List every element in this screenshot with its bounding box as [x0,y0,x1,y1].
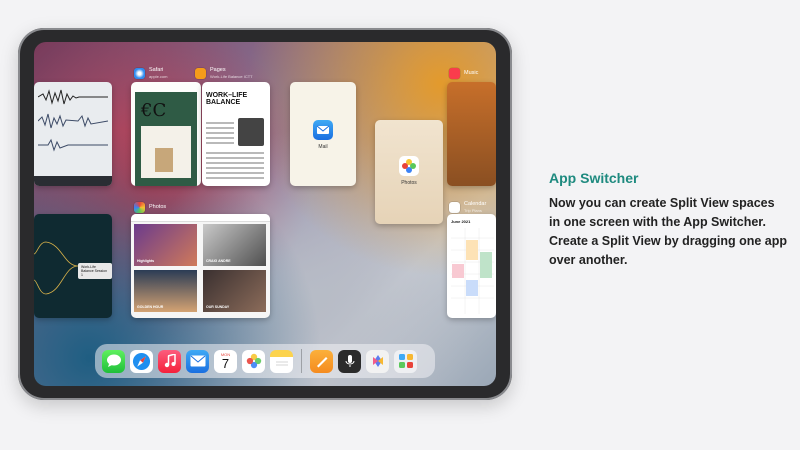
music-app-name: Music [464,69,479,76]
music-icon [449,68,460,79]
mail-icon[interactable] [186,349,209,373]
photos-label: Photos [401,180,417,186]
feature-title: App Switcher [549,170,639,186]
safari-hero-image: €C [135,92,197,186]
pages-icon [195,68,206,79]
calendar-month-label: June 2021 [451,219,471,224]
audio-transport-bar [34,176,112,186]
photos-icon[interactable] [242,349,265,373]
safari-app-card[interactable]: €C [131,82,201,186]
waveform-graphic [38,113,108,129]
calendar-icon[interactable]: MON 7 [214,349,237,373]
photos-header: Photos [134,202,166,213]
pages-document-title: WORK–LIFE BALANCE [206,92,248,107]
calendar-app-name: Calendar [464,201,487,208]
safari-logo-glyph: €C [141,100,167,121]
photo-thumbnail: Highlights [134,224,197,266]
shortcuts-icon[interactable] [366,349,389,373]
mail-icon [313,120,333,140]
photos-library-card[interactable]: Highlights CRAIG ANDRE GOLDEN HOUR OUR S… [131,214,270,318]
mail-label: Mail [318,144,328,150]
music-app-card[interactable] [447,82,496,186]
photos-icon [399,156,419,176]
pages-app-card[interactable]: WORK–LIFE BALANCE [202,82,270,186]
mail-app-card[interactable]: Mail [290,82,356,186]
mindmap-node: Work-Life Balance Session 1 [78,263,112,279]
app-library-icon[interactable] [394,349,417,373]
notes-icon[interactable] [270,349,293,373]
voice-memos-icon[interactable] [338,349,361,373]
audio-app-card[interactable] [34,82,112,186]
photo-caption: CRAIG ANDRE [206,259,231,263]
dock: MON 7 [95,344,435,378]
photo-caption: OUR SUNDAY [206,305,230,309]
pages-subtitle: Work-Life Balance ICTT [210,73,253,79]
safari-subtitle: apple.com [149,73,168,79]
photos-icon [134,202,145,213]
safari-icon[interactable] [130,349,153,373]
photo-caption: GOLDEN HOUR [137,305,164,309]
music-icon[interactable] [158,349,181,373]
messages-icon[interactable] [102,349,125,373]
photo-caption: Highlights [137,259,155,263]
calendar-icon [449,202,460,213]
calendar-header: Calendar Trip Plans [449,202,486,213]
safari-app-name: Safari [149,67,164,74]
app-switcher-screen: Safari apple.com Pages Work-Life Balance… [34,42,496,386]
pages-header: Pages Work-Life Balance ICTT [195,68,253,79]
safari-header: Safari apple.com [134,68,167,79]
photo-thumbnail: CRAIG ANDRE [203,224,266,266]
pages-photo [238,118,264,146]
photo-thumbnail: GOLDEN HOUR [134,270,197,312]
calendar-app-card[interactable]: June 2021 [447,214,496,318]
photos-app-card-dragging[interactable]: Photos [375,120,443,224]
mindmap-app-card[interactable]: Work-Life Balance Session 1 [34,214,112,318]
waveform-graphic [38,89,108,105]
music-header: Music [449,68,478,79]
dock-separator [301,349,302,373]
calendar-subtitle: Trip Plans [464,207,482,213]
calendar-day-number: 7 [221,355,230,371]
calendar-grid [451,228,494,314]
waveform-graphic [38,138,108,152]
pages-icon[interactable] [310,349,333,373]
safari-icon [134,68,145,79]
feature-description: Now you can create Split View spaces in … [549,196,788,267]
ipad-device: Safari apple.com Pages Work-Life Balance… [18,28,512,400]
photo-thumbnail: OUR SUNDAY [203,270,266,312]
pages-app-name: Pages [210,67,226,74]
photos-app-name: Photos [149,203,167,210]
